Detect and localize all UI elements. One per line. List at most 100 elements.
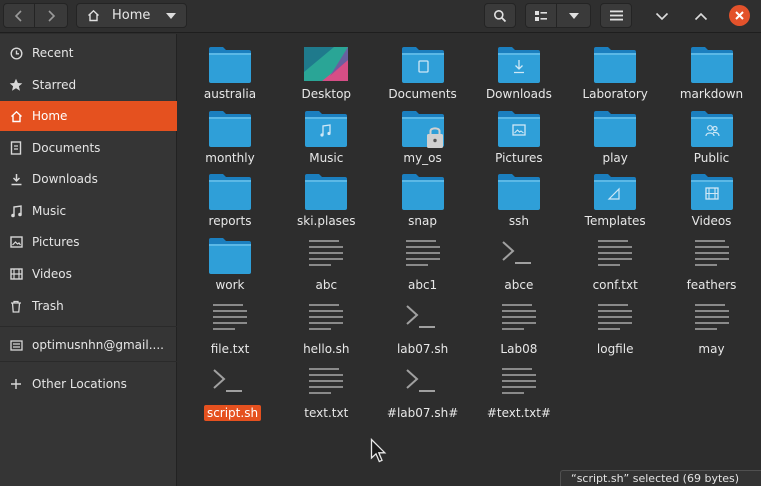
close-button[interactable] [729,5,750,26]
file-item[interactable]: may [664,295,760,359]
sidebar-item-documents[interactable]: Documents [0,133,177,163]
sidebar-item-other-locations[interactable]: Other Locations [0,369,177,399]
folder-item[interactable]: Pictures [471,104,567,168]
item-label: play [602,150,628,165]
text-file-icon [497,365,541,403]
file-item[interactable]: script.sh [182,359,278,423]
text-file-icon [593,301,637,339]
picture-icon [8,234,24,250]
item-label: australia [203,87,257,101]
chevron-right-icon [48,9,56,22]
view-options-button[interactable] [557,3,591,28]
folder-item[interactable]: work [182,231,278,295]
sidebar-item-online-account[interactable]: optimusnhn@gmail.... [0,330,177,360]
sidebar-item-videos[interactable]: Videos [0,259,177,289]
folder-item[interactable]: Documents [375,40,471,104]
file-item[interactable]: abc [278,231,374,295]
folder-icon [401,173,445,211]
item-label: Music [309,150,344,165]
text-file-icon [497,301,541,339]
folder-icon [690,110,734,148]
folder-item[interactable]: my_os [375,104,471,168]
item-label: script.sh [204,404,261,421]
sidebar-item-trash[interactable]: Trash [0,291,177,321]
file-item[interactable]: Lab08 [471,295,567,359]
forward-button[interactable] [35,3,68,28]
folder-item[interactable]: ssh [471,167,567,231]
chevron-up-icon [694,12,708,20]
folder-item[interactable]: snap [375,167,471,231]
sidebar-separator [0,326,177,327]
folder-item[interactable]: Videos [664,167,760,231]
main-menu-button[interactable] [600,3,632,28]
script-file-icon [401,301,445,339]
file-item[interactable]: conf.txt [567,231,663,295]
script-file-icon [497,237,541,275]
text-file-icon [593,237,637,275]
file-item[interactable]: hello.sh [278,295,374,359]
sidebar-item-recent[interactable]: Recent [0,38,177,68]
item-label: may [698,341,725,356]
file-item[interactable]: logfile [567,295,663,359]
video-icon [8,266,24,282]
sidebar-item-label: Documents [32,141,101,155]
folder-item[interactable]: Downloads [471,40,567,104]
path-bar-home-button[interactable]: Home [76,3,187,28]
file-manager-window: Home Recent Starred Home Documents Downl… [0,0,761,486]
file-item[interactable]: #text.txt# [471,359,567,423]
sidebar-item-label: Pictures [32,235,80,249]
folder-icon [401,46,445,84]
file-item[interactable]: abce [471,231,567,295]
folder-item[interactable]: monthly [182,104,278,168]
text-file-icon [690,301,734,339]
sidebar-item-label: Home [32,109,68,123]
path-dropdown-icon[interactable] [166,13,176,19]
chevron-down-icon [655,12,669,20]
file-item[interactable]: file.txt [182,295,278,359]
folder-item[interactable]: Music [278,104,374,168]
item-label: Documents [388,87,457,101]
view-toggle-button[interactable] [525,3,557,28]
folder-item[interactable]: Desktop [278,40,374,104]
item-label: Laboratory [582,87,648,101]
item-label: logfile [596,341,634,356]
item-label: snap [408,214,437,229]
download-icon [8,171,24,187]
file-item[interactable]: abc1 [375,231,471,295]
sidebar-item-home[interactable]: Home [0,101,177,131]
sidebar-item-downloads[interactable]: Downloads [0,164,177,194]
file-item[interactable]: #lab07.sh# [375,359,471,423]
sidebar-item-label: Music [32,204,67,218]
folder-item[interactable]: australia [182,40,278,104]
folder-item[interactable]: reports [182,167,278,231]
item-label: Lab08 [500,341,538,356]
folder-icon [690,173,734,211]
sidebar-item-music[interactable]: Music [0,196,177,226]
folder-item[interactable]: ski.plases [278,167,374,231]
trash-icon [8,298,24,314]
file-item[interactable]: feathers [664,231,760,295]
item-label: Public [693,150,730,165]
item-label: lab07.sh [396,341,449,356]
file-item[interactable]: lab07.sh [375,295,471,359]
item-label: conf.txt [592,278,638,293]
file-item[interactable]: text.txt [278,359,374,423]
music-icon [8,203,24,219]
folder-item[interactable]: Laboratory [567,40,663,104]
sidebar-item-pictures[interactable]: Pictures [0,227,177,257]
folder-item[interactable]: Templates [567,167,663,231]
item-label: text.txt [304,405,349,420]
sidebar-item-label: Other Locations [32,377,127,391]
folder-icon [208,46,252,84]
text-file-icon [401,237,445,275]
folder-item[interactable]: markdown [664,40,760,104]
sidebar-item-starred[interactable]: Starred [0,70,177,100]
folder-item[interactable]: play [567,104,663,168]
search-button[interactable] [484,3,516,28]
search-icon [494,9,507,22]
maximize-button[interactable] [689,4,713,28]
minimize-button[interactable] [650,4,674,28]
back-button[interactable] [3,3,35,28]
chevron-left-icon [14,9,22,22]
folder-item[interactable]: Public [664,104,760,168]
